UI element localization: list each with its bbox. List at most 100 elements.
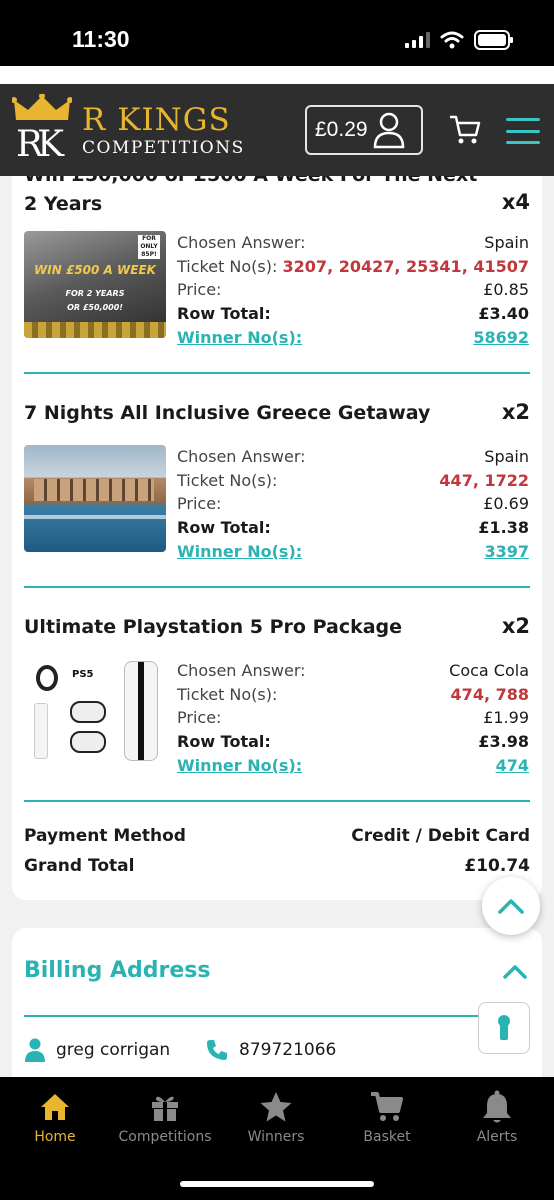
thumb-logo: PS5 (72, 669, 94, 680)
price-label: Price: (177, 708, 222, 728)
payment-method-row: Payment Method Credit / Debit Card (24, 826, 530, 846)
phone-icon (207, 1040, 227, 1060)
ticket-label: Ticket No(s): (177, 470, 278, 490)
ticket-numbers: 447, 1722 (439, 470, 529, 490)
row-total: £1.38 (478, 518, 529, 538)
balance-amount: £0.29 (315, 118, 368, 141)
keyhole-icon (498, 1015, 510, 1040)
chosen-answer-label: Chosen Answer: (177, 661, 306, 681)
grand-total-row: Grand Total £10.74 (24, 856, 530, 876)
cart-icon (450, 115, 481, 144)
price: £1.99 (483, 708, 529, 728)
grand-total-label: Grand Total (24, 856, 135, 876)
logo-title: R KINGS (82, 102, 231, 138)
row-total-label: Row Total: (177, 304, 271, 324)
billing-phone: 879721066 (239, 1040, 337, 1060)
winner-number-link[interactable]: 58692 (473, 328, 529, 347)
gift-icon (152, 1096, 178, 1121)
row-total-label: Row Total: (177, 732, 271, 752)
user-icon (373, 112, 404, 149)
cart-button[interactable] (448, 114, 482, 150)
winner-label-link[interactable]: Winner No(s): (177, 328, 302, 347)
signal-icon (405, 32, 430, 48)
app-header: RK R KINGS COMPETITIONS £0.29 (0, 84, 554, 176)
ticket-numbers: 474, 788 (450, 684, 529, 704)
star-icon (260, 1092, 292, 1122)
chevron-up-icon (498, 899, 524, 914)
item-title-cut: Win £50,000 or £500 A Week For The Next (24, 176, 477, 186)
item-title: 2 Years (24, 193, 103, 215)
winner-label-link[interactable]: Winner No(s): (177, 542, 302, 561)
bell-icon (483, 1090, 511, 1123)
divider (24, 800, 530, 802)
billing-name: greg corrigan (56, 1040, 171, 1060)
nav-item-basket[interactable]: Basket (332, 1089, 442, 1145)
chosen-answer-label: Chosen Answer: (177, 447, 306, 467)
ticket-label: Ticket No(s): (177, 684, 278, 704)
item-title: 7 Nights All Inclusive Greece Getaway (24, 402, 431, 424)
wifi-icon (440, 31, 464, 49)
accessibility-button[interactable] (478, 1002, 530, 1054)
billing-name-row: greg corrigan (24, 1038, 170, 1062)
thumb-subtext: FOR 2 YEARS (65, 289, 125, 298)
nav-item-home[interactable]: Home (0, 1089, 110, 1145)
nav-label: Home (34, 1129, 76, 1145)
item-quantity: x4 (501, 190, 530, 214)
top-spacer (0, 66, 554, 84)
thumb-badge: FOR ONLY 85P! (138, 235, 160, 259)
logo-monogram: RK (16, 124, 64, 165)
person-icon (25, 1038, 45, 1062)
winner-label-link[interactable]: Winner No(s): (177, 756, 302, 775)
logo[interactable]: RK R KINGS COMPETITIONS (12, 94, 252, 170)
home-indicator (180, 1181, 374, 1187)
nav-label: Alerts (476, 1129, 518, 1145)
grand-total-value: £10.74 (464, 856, 530, 876)
chosen-answer: Spain (484, 447, 529, 467)
chosen-answer-label: Chosen Answer: (177, 233, 306, 253)
item-thumbnail: PS5 (24, 659, 166, 766)
billing-address-card: Billing Address greg corrigan 879721066 (12, 928, 542, 1088)
price: £0.85 (483, 280, 529, 300)
account-balance-button[interactable]: £0.29 (305, 105, 423, 155)
chosen-answer: Spain (484, 233, 529, 253)
price: £0.69 (483, 494, 529, 514)
status-icons (405, 30, 513, 50)
row-total-label: Row Total: (177, 518, 271, 538)
nav-item-alerts[interactable]: Alerts (442, 1089, 552, 1145)
logo-subtitle: COMPETITIONS (82, 138, 245, 158)
cart-icon (371, 1092, 403, 1121)
thumb-text: WIN £500 A WEEK (34, 263, 156, 277)
item-thumbnail: FOR ONLY 85P! WIN £500 A WEEK FOR 2 YEAR… (24, 231, 166, 338)
menu-button[interactable] (506, 118, 540, 144)
payment-method-value: Credit / Debit Card (351, 826, 530, 846)
status-bar: 11:30 (0, 0, 554, 66)
price-label: Price: (177, 280, 222, 300)
billing-phone-row: 879721066 (205, 1038, 336, 1062)
item-details: Chosen Answer: Coca Cola Ticket No(s): 474… (177, 659, 529, 777)
thumb-subtext-2: OR £50,000! (67, 303, 123, 312)
order-summary-card: Win £50,000 or £500 A Week For The Next … (12, 176, 542, 900)
scroll-to-top-button[interactable] (482, 877, 540, 935)
winner-number-link[interactable]: 474 (496, 756, 529, 775)
divider (24, 1015, 530, 1017)
nav-item-winners[interactable]: Winners (221, 1089, 331, 1145)
row-total: £3.98 (478, 732, 529, 752)
winner-number-link[interactable]: 3397 (484, 542, 529, 561)
item-details: Chosen Answer: Spain Ticket No(s): 3207, 2… (177, 231, 529, 349)
ticket-numbers: 3207, 20427, 25341, 41507 (282, 256, 529, 276)
divider (24, 372, 530, 374)
chevron-up-icon[interactable] (502, 962, 528, 980)
item-quantity: x2 (501, 400, 530, 424)
home-icon (41, 1094, 69, 1120)
nav-item-competitions[interactable]: Competitions (110, 1089, 220, 1145)
divider (24, 586, 530, 588)
nav-label: Basket (363, 1129, 411, 1145)
ticket-label: Ticket No(s): (177, 256, 278, 276)
item-quantity: x2 (501, 614, 530, 638)
chosen-answer: Coca Cola (449, 661, 529, 681)
nav-label: Winners (247, 1129, 305, 1145)
crown-icon (12, 94, 72, 120)
item-thumbnail (24, 445, 166, 552)
item-title: Ultimate Playstation 5 Pro Package (24, 616, 403, 638)
status-time: 11:30 (72, 26, 130, 52)
